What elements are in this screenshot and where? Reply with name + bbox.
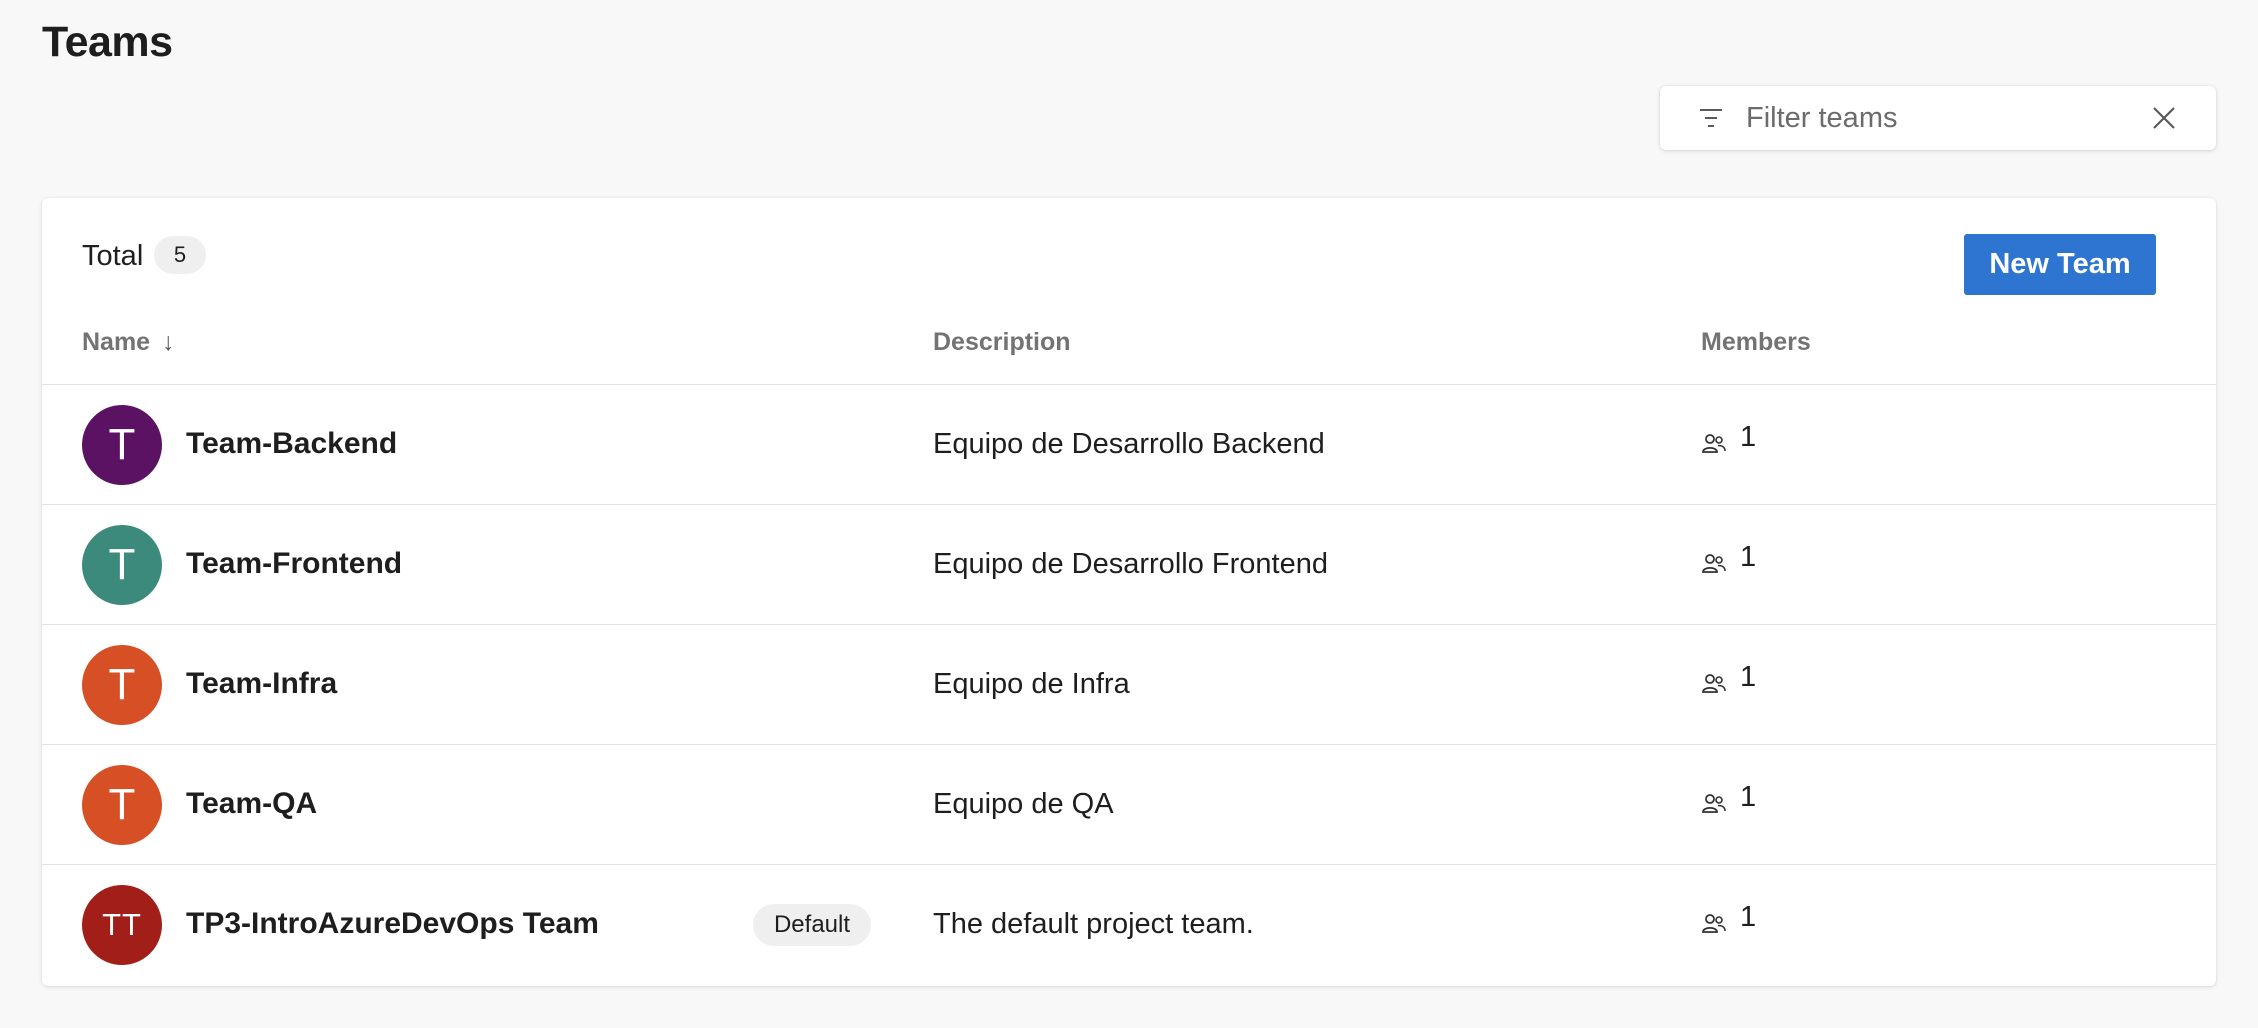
people-icon [1702, 433, 1726, 455]
team-name[interactable]: Team-Backend [186, 427, 397, 461]
team-description: Equipo de Desarrollo Backend [933, 428, 1325, 460]
members-count: 1 [1740, 661, 1757, 693]
team-name[interactable]: Team-Infra [186, 667, 337, 701]
new-team-button[interactable]: New Team [1964, 234, 2156, 295]
members-count: 1 [1740, 901, 1757, 933]
filter-box[interactable] [1660, 86, 2216, 150]
close-icon[interactable] [2150, 104, 2178, 132]
column-header-members: Members [1701, 328, 1811, 356]
avatar: T [82, 645, 162, 725]
team-description: Equipo de QA [933, 788, 1114, 820]
team-description: Equipo de Infra [933, 668, 1130, 700]
filter-teams-input[interactable] [1746, 86, 2126, 150]
team-name[interactable]: Team-QA [186, 787, 317, 821]
sort-descending-icon: ↓ [162, 328, 175, 356]
members-count: 1 [1740, 541, 1757, 573]
default-badge: Default [753, 904, 871, 946]
column-header-description: Description [933, 328, 1071, 356]
total-count-badge: 5 [154, 236, 206, 274]
avatar: T [82, 765, 162, 845]
avatar: T [82, 525, 162, 605]
team-description: The default project team. [933, 908, 1254, 940]
team-description: Equipo de Desarrollo Frontend [933, 548, 1328, 580]
table-row[interactable]: T Team-Frontend Equipo de Desarrollo Fro… [42, 505, 2216, 625]
avatar: TT [82, 885, 162, 965]
column-header-name[interactable]: Name ↓ [82, 328, 175, 357]
members-count: 1 [1740, 781, 1757, 813]
page-title: Teams [42, 18, 173, 66]
people-icon [1702, 553, 1726, 575]
team-name[interactable]: Team-Frontend [186, 547, 402, 581]
people-icon [1702, 793, 1726, 815]
team-name[interactable]: TP3-IntroAzureDevOps Team [186, 907, 599, 941]
table-row[interactable]: T Team-Infra Equipo de Infra 1 [42, 625, 2216, 745]
total-label: Total [82, 240, 144, 272]
table-row[interactable]: T Team-Backend Equipo de Desarrollo Back… [42, 385, 2216, 505]
members-count: 1 [1740, 421, 1757, 453]
filter-icon [1698, 106, 1724, 130]
teams-card: Total 5 New Team Name ↓ Description Membe… [42, 198, 2216, 986]
avatar: T [82, 405, 162, 485]
people-icon [1702, 913, 1726, 935]
people-icon [1702, 673, 1726, 695]
table-row[interactable]: T Team-QA Equipo de QA 1 [42, 745, 2216, 865]
table-row[interactable]: TT TP3-IntroAzureDevOps Team Default The… [42, 865, 2216, 985]
column-header-name-label: Name [82, 328, 151, 356]
